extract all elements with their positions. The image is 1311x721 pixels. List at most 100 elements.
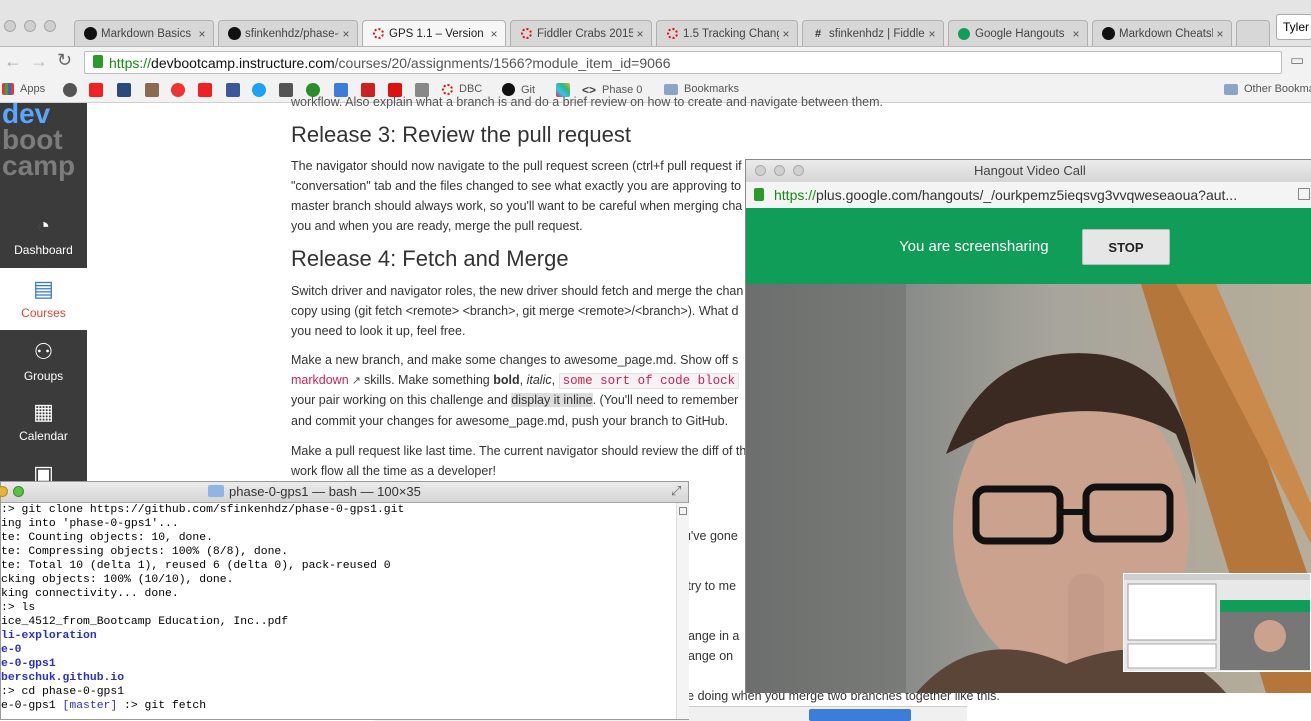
minimize-window-button[interactable] [24,20,36,32]
profile-button[interactable]: Tyler [1276,14,1311,40]
inline-code-sample: some sort of code block [558,373,740,389]
self-view-thumbnail[interactable] [1123,573,1311,672]
bookmark-icon[interactable] [63,83,77,97]
scroll-button[interactable] [679,507,687,515]
apps-icon [2,83,14,95]
close-tab-icon[interactable]: × [487,27,501,41]
github-icon [227,27,241,41]
markdown-link[interactable]: markdown [291,373,349,387]
bookmark-icon[interactable] [117,83,131,97]
terminal-line: cking objects: 100% (10/10), done. [1,574,234,586]
bookmark-icon[interactable] [89,83,103,97]
terminal-line: e-0-gps1 [master] :> git fetch [1,700,207,712]
close-window-button[interactable] [4,20,16,32]
groups-icon: ⚇ [33,339,54,364]
lock-icon [754,188,764,201]
zoom-window-button[interactable] [793,165,804,176]
folder-icon [664,83,678,95]
lock-icon [93,55,103,68]
tab-phase-0-gps1[interactable]: sfinkenhdz/phase-0-gps1 × [218,20,358,46]
nav-dashboard[interactable]: ◔ Dashboard [0,213,87,257]
terminal-output[interactable]: :> git clone https://github.com/sfinkenh… [1,503,675,713]
zoom-window-button[interactable] [44,20,56,32]
github-icon [83,27,97,41]
nav-courses[interactable]: ▤ Courses [0,268,87,330]
minimize-window-button[interactable] [0,486,8,497]
terminal-line: :> cd phase-0-gps1 [1,686,125,698]
bookmark-other[interactable]: Other Bookmarks [1224,83,1311,95]
bookmark-dbc[interactable]: DBC [442,83,482,95]
tab-slack-fiddler-crabs[interactable]: # sfinkenhdz | Fiddler Crabs × [802,20,944,46]
terminal-line: ice_4512_from_Bootcamp Education, Inc..p… [1,616,289,628]
nav-calendar[interactable]: ▦ Calendar [0,399,87,443]
terminal-scrollbar[interactable] [676,503,689,719]
courses-icon: ▤ [33,276,54,301]
close-tab-icon[interactable]: × [633,27,647,41]
cast-icon[interactable]: ▭ [1290,51,1304,69]
tab-tracking-changes[interactable]: 1.5 Tracking Changes × [656,20,798,46]
dashboard-icon: ◔ [36,213,51,238]
close-tab-icon[interactable]: × [1069,27,1083,41]
close-tab-icon[interactable]: × [779,27,793,41]
terminal-line: te: Counting objects: 10, done. [1,532,213,544]
page-icon [1298,188,1310,200]
highlighted-text: display it inline [511,393,593,407]
minimize-window-button[interactable] [774,165,785,176]
bookmark-icon[interactable] [171,83,185,97]
dialog-primary-button[interactable] [809,709,911,721]
calendar-icon: ▦ [33,399,54,424]
close-window-button[interactable] [755,165,766,176]
new-tab-button[interactable] [1236,20,1270,46]
bookmark-apps[interactable]: Apps [2,83,45,95]
terminal-line: :> ls [1,602,36,614]
youtube-icon[interactable] [198,83,212,97]
release-4-heading: Release 4: Fetch and Merge [291,246,569,271]
facebook-icon[interactable] [226,83,240,97]
terminal-line: e-0 [1,644,22,656]
terminal-line: ing into 'phase-0-gps1'... [1,518,179,530]
hangout-video-window[interactable]: Hangout Video Call https://plus.google.c… [745,159,1311,693]
terminal-line: :> git clone https://github.com/sfinkenh… [1,504,405,516]
terminal-window[interactable]: phase-0-gps1 — bash — 100×35 ⤢ :> git cl… [0,481,689,720]
back-icon[interactable]: ← [4,51,22,72]
hangouts-icon [957,27,971,41]
tab-gps-1-1[interactable]: GPS 1.1 – Version Control × [362,20,506,46]
hangout-titlebar[interactable]: Hangout Video Call [746,160,1311,182]
close-tab-icon[interactable]: × [1213,27,1227,41]
close-tab-icon[interactable]: × [195,27,209,41]
dbc-icon [371,27,385,41]
close-tab-icon[interactable]: × [925,27,939,41]
screenshare-banner: You are screensharing [746,208,1311,284]
address-bar[interactable]: https://devbootcamp.instructure.com/cour… [84,51,1282,74]
dbc-icon [519,27,533,41]
folder-icon [1224,83,1238,95]
tab-markdown-basics[interactable]: Markdown Basics × [74,20,214,46]
terminal-line: king connectivity... done. [1,588,179,600]
tab-fiddler-crabs[interactable]: Fiddler Crabs 2015 × [510,20,652,46]
reload-icon[interactable]: ↻ [57,50,72,71]
bookmark-folder-bookmarks[interactable]: Bookmarks [664,83,739,95]
stop-screenshare-button[interactable]: STOP [1082,229,1170,265]
truncated-paragraph: workflow. Also explain what a branch is … [291,95,884,109]
nav-groups[interactable]: ⚇ Groups [0,339,87,383]
forward-icon[interactable]: → [30,51,48,72]
tab-google-hangouts[interactable]: Google Hangouts × [948,20,1088,46]
terminal-line: berschuk.github.io [1,672,125,684]
tab-markdown-cheatsheet[interactable]: Markdown Cheatsheet × [1092,20,1232,46]
fullscreen-icon[interactable]: ⤢ [671,483,681,499]
close-tab-icon[interactable]: × [339,27,353,41]
terminal-titlebar[interactable]: phase-0-gps1 — bash — 100×35 ⤢ [0,482,688,503]
github-icon [1101,27,1115,41]
zoom-window-button[interactable] [13,486,24,497]
browser-tab-strip: Markdown Basics × sfinkenhdz/phase-0-gps… [0,0,1311,47]
paragraph-line: markdown ↗ skills. Make something bold, … [291,373,740,389]
hangout-address-bar[interactable]: https://plus.google.com/hangouts/_/ourkp… [746,182,1311,209]
screenshare-status: You are screensharing [899,238,1049,255]
terminal-line: li-exploration [1,630,97,642]
terminal-line: te: Compressing objects: 100% (8/8), don… [1,546,289,558]
dbc-icon [442,83,453,95]
screenshare-preview [1124,574,1310,671]
bookmark-icon[interactable] [145,83,159,97]
slack-icon: # [814,27,822,40]
twitter-icon[interactable] [252,83,266,97]
